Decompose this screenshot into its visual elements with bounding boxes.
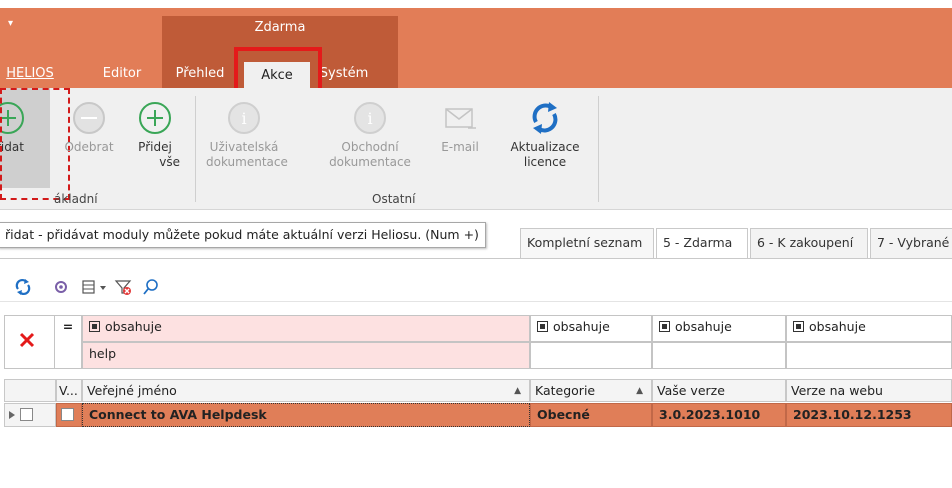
remove-circle-icon — [73, 102, 105, 134]
row-category-cell[interactable]: Obecné — [530, 403, 652, 427]
grid-header-category-label: Kategorie — [535, 383, 596, 398]
remove-button-label: Odebrat — [64, 140, 114, 154]
search-icon[interactable] — [142, 278, 160, 296]
svg-text:i: i — [241, 109, 246, 128]
tab-free[interactable]: 5 - Zdarma — [656, 228, 748, 258]
user-doc-label-line1: Uživatelská — [209, 140, 279, 154]
tab-selected[interactable]: 7 - Vybrané — [870, 228, 952, 258]
row-v-checkbox[interactable] — [61, 408, 74, 421]
row-your-version-cell[interactable]: 3.0.2023.1010 — [652, 403, 786, 427]
add-all-circle-icon — [139, 102, 171, 134]
tab-helios[interactable]: HELIOS — [0, 60, 60, 88]
update-license-label-line2: licence — [523, 155, 567, 169]
filter-checkbox-icon — [793, 321, 804, 332]
business-documentation-button[interactable]: i Obchodní dokumentace — [322, 100, 418, 170]
filter-col1-op-label: obsahuje — [105, 319, 162, 334]
row-web-version-cell[interactable]: 2023.10.12.1253 — [786, 403, 952, 427]
filter-col2-value-input[interactable] — [530, 342, 652, 369]
email-label: E-mail — [441, 140, 479, 154]
refresh-icon — [532, 102, 558, 134]
filter-col3-op-label: obsahuje — [675, 319, 732, 334]
tab-editor[interactable]: Editor — [95, 60, 149, 88]
update-license-button[interactable]: Aktualizace licence — [500, 100, 590, 170]
user-doc-label-line2: dokumentace — [206, 155, 288, 169]
tooltip: řidat - přidávat moduly můžete pokud mát… — [0, 222, 486, 248]
user-documentation-button[interactable]: i Uživatelská dokumentace — [206, 100, 288, 170]
clear-filter-icon[interactable] — [114, 278, 132, 296]
filter-col4-op-label: obsahuje — [809, 319, 866, 334]
sort-asc-icon: ▲ — [636, 386, 643, 396]
filter-operator-equals[interactable]: = — [54, 315, 82, 369]
update-license-label-line1: Aktualizace — [510, 140, 580, 154]
ribbon-group-separator — [598, 96, 599, 202]
row-pointer-icon — [9, 411, 15, 419]
tab-prehled[interactable]: Přehled — [170, 60, 230, 88]
grid-header-name[interactable]: Veřejné jméno ▲ — [82, 379, 530, 402]
tabs-baseline — [0, 258, 952, 259]
filter-col4-operator[interactable]: obsahuje — [786, 315, 952, 342]
filter-checkbox-icon — [659, 321, 670, 332]
add-all-label-line2: vše — [159, 155, 180, 169]
info-icon: i — [228, 102, 260, 134]
remove-button[interactable]: Odebrat — [58, 100, 120, 155]
filter-checkbox-icon — [537, 321, 548, 332]
email-button[interactable]: E-mail — [432, 100, 488, 155]
grid-header-v[interactable]: V... — [56, 379, 82, 402]
add-all-label-line1: Přidej — [138, 140, 172, 154]
filter-col3-operator[interactable]: obsahuje — [652, 315, 786, 342]
filter-col2-op-label: obsahuje — [553, 319, 610, 334]
chevron-down-icon[interactable] — [98, 278, 108, 296]
grid-header-web-version[interactable]: Verze na webu — [786, 379, 952, 402]
close-icon[interactable] — [18, 331, 36, 349]
refresh-icon[interactable] — [14, 278, 32, 296]
svg-text:i: i — [367, 109, 372, 128]
grid-header-category[interactable]: Kategorie ▲ — [530, 379, 652, 402]
grid-header-select — [4, 379, 56, 402]
tab-complete-list[interactable]: Kompletní seznam — [520, 228, 654, 258]
filter-col3-value-input[interactable] — [652, 342, 786, 369]
group-label-ostatni: Ostatní — [372, 192, 416, 206]
info-icon: i — [354, 102, 386, 134]
email-icon — [445, 108, 476, 129]
row-select-checkbox[interactable] — [20, 408, 33, 421]
business-doc-label-line2: dokumentace — [329, 155, 411, 169]
columns-icon[interactable] — [80, 278, 98, 296]
filter-col1-value-input[interactable]: help — [82, 342, 530, 369]
filter-checkbox-icon — [89, 321, 100, 332]
window-top-border — [0, 0, 952, 8]
sort-asc-icon: ▲ — [514, 386, 521, 396]
grid-header-your-version[interactable]: Vaše verze — [652, 379, 786, 402]
filter-col1-operator[interactable]: obsahuje — [82, 315, 530, 342]
add-all-button[interactable]: Přidej vše — [130, 100, 180, 170]
business-doc-label-line1: Obchodní — [341, 140, 399, 154]
tab-system[interactable]: Systém — [314, 60, 374, 88]
context-group-title: Zdarma — [254, 20, 306, 35]
row-name-cell[interactable]: Connect to AVA Helpdesk — [82, 403, 530, 427]
tab-to-purchase[interactable]: 6 - K zakoupení — [750, 228, 868, 258]
settings-gear-icon[interactable] — [52, 278, 70, 296]
filter-col2-operator[interactable]: obsahuje — [530, 315, 652, 342]
grid-header-name-label: Veřejné jméno — [87, 383, 177, 398]
group-label-zakladni: ákladní — [54, 192, 98, 206]
quick-access-dropdown-icon[interactable]: ▾ — [8, 18, 13, 29]
filter-col4-value-input[interactable] — [786, 342, 952, 369]
ribbon-group-separator — [195, 96, 196, 202]
